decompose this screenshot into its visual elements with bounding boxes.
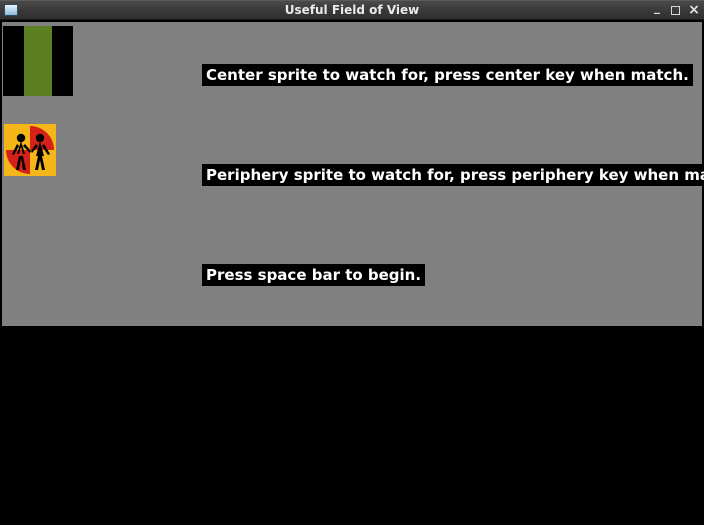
- window-controls: [651, 1, 700, 19]
- begin-instruction-text: Press space bar to begin.: [202, 264, 425, 286]
- app-window: Useful Field of View Center sprite to wa…: [0, 0, 704, 525]
- center-sprite: [3, 26, 73, 96]
- titlebar[interactable]: Useful Field of View: [0, 0, 704, 20]
- green-bar-icon: [24, 26, 52, 96]
- close-button[interactable]: [688, 4, 700, 16]
- periphery-instruction-text: Periphery sprite to watch for, press per…: [202, 164, 704, 186]
- lower-black-area: [0, 326, 704, 525]
- center-instruction-text: Center sprite to watch for, press center…: [202, 64, 693, 86]
- window-title: Useful Field of View: [0, 3, 704, 17]
- instruction-panel: Center sprite to watch for, press center…: [2, 22, 702, 326]
- app-icon: [4, 4, 18, 16]
- maximize-button[interactable]: [671, 6, 680, 15]
- children-crossing-icon: [4, 124, 56, 176]
- periphery-sprite: [4, 124, 56, 176]
- minimize-button[interactable]: [651, 4, 663, 16]
